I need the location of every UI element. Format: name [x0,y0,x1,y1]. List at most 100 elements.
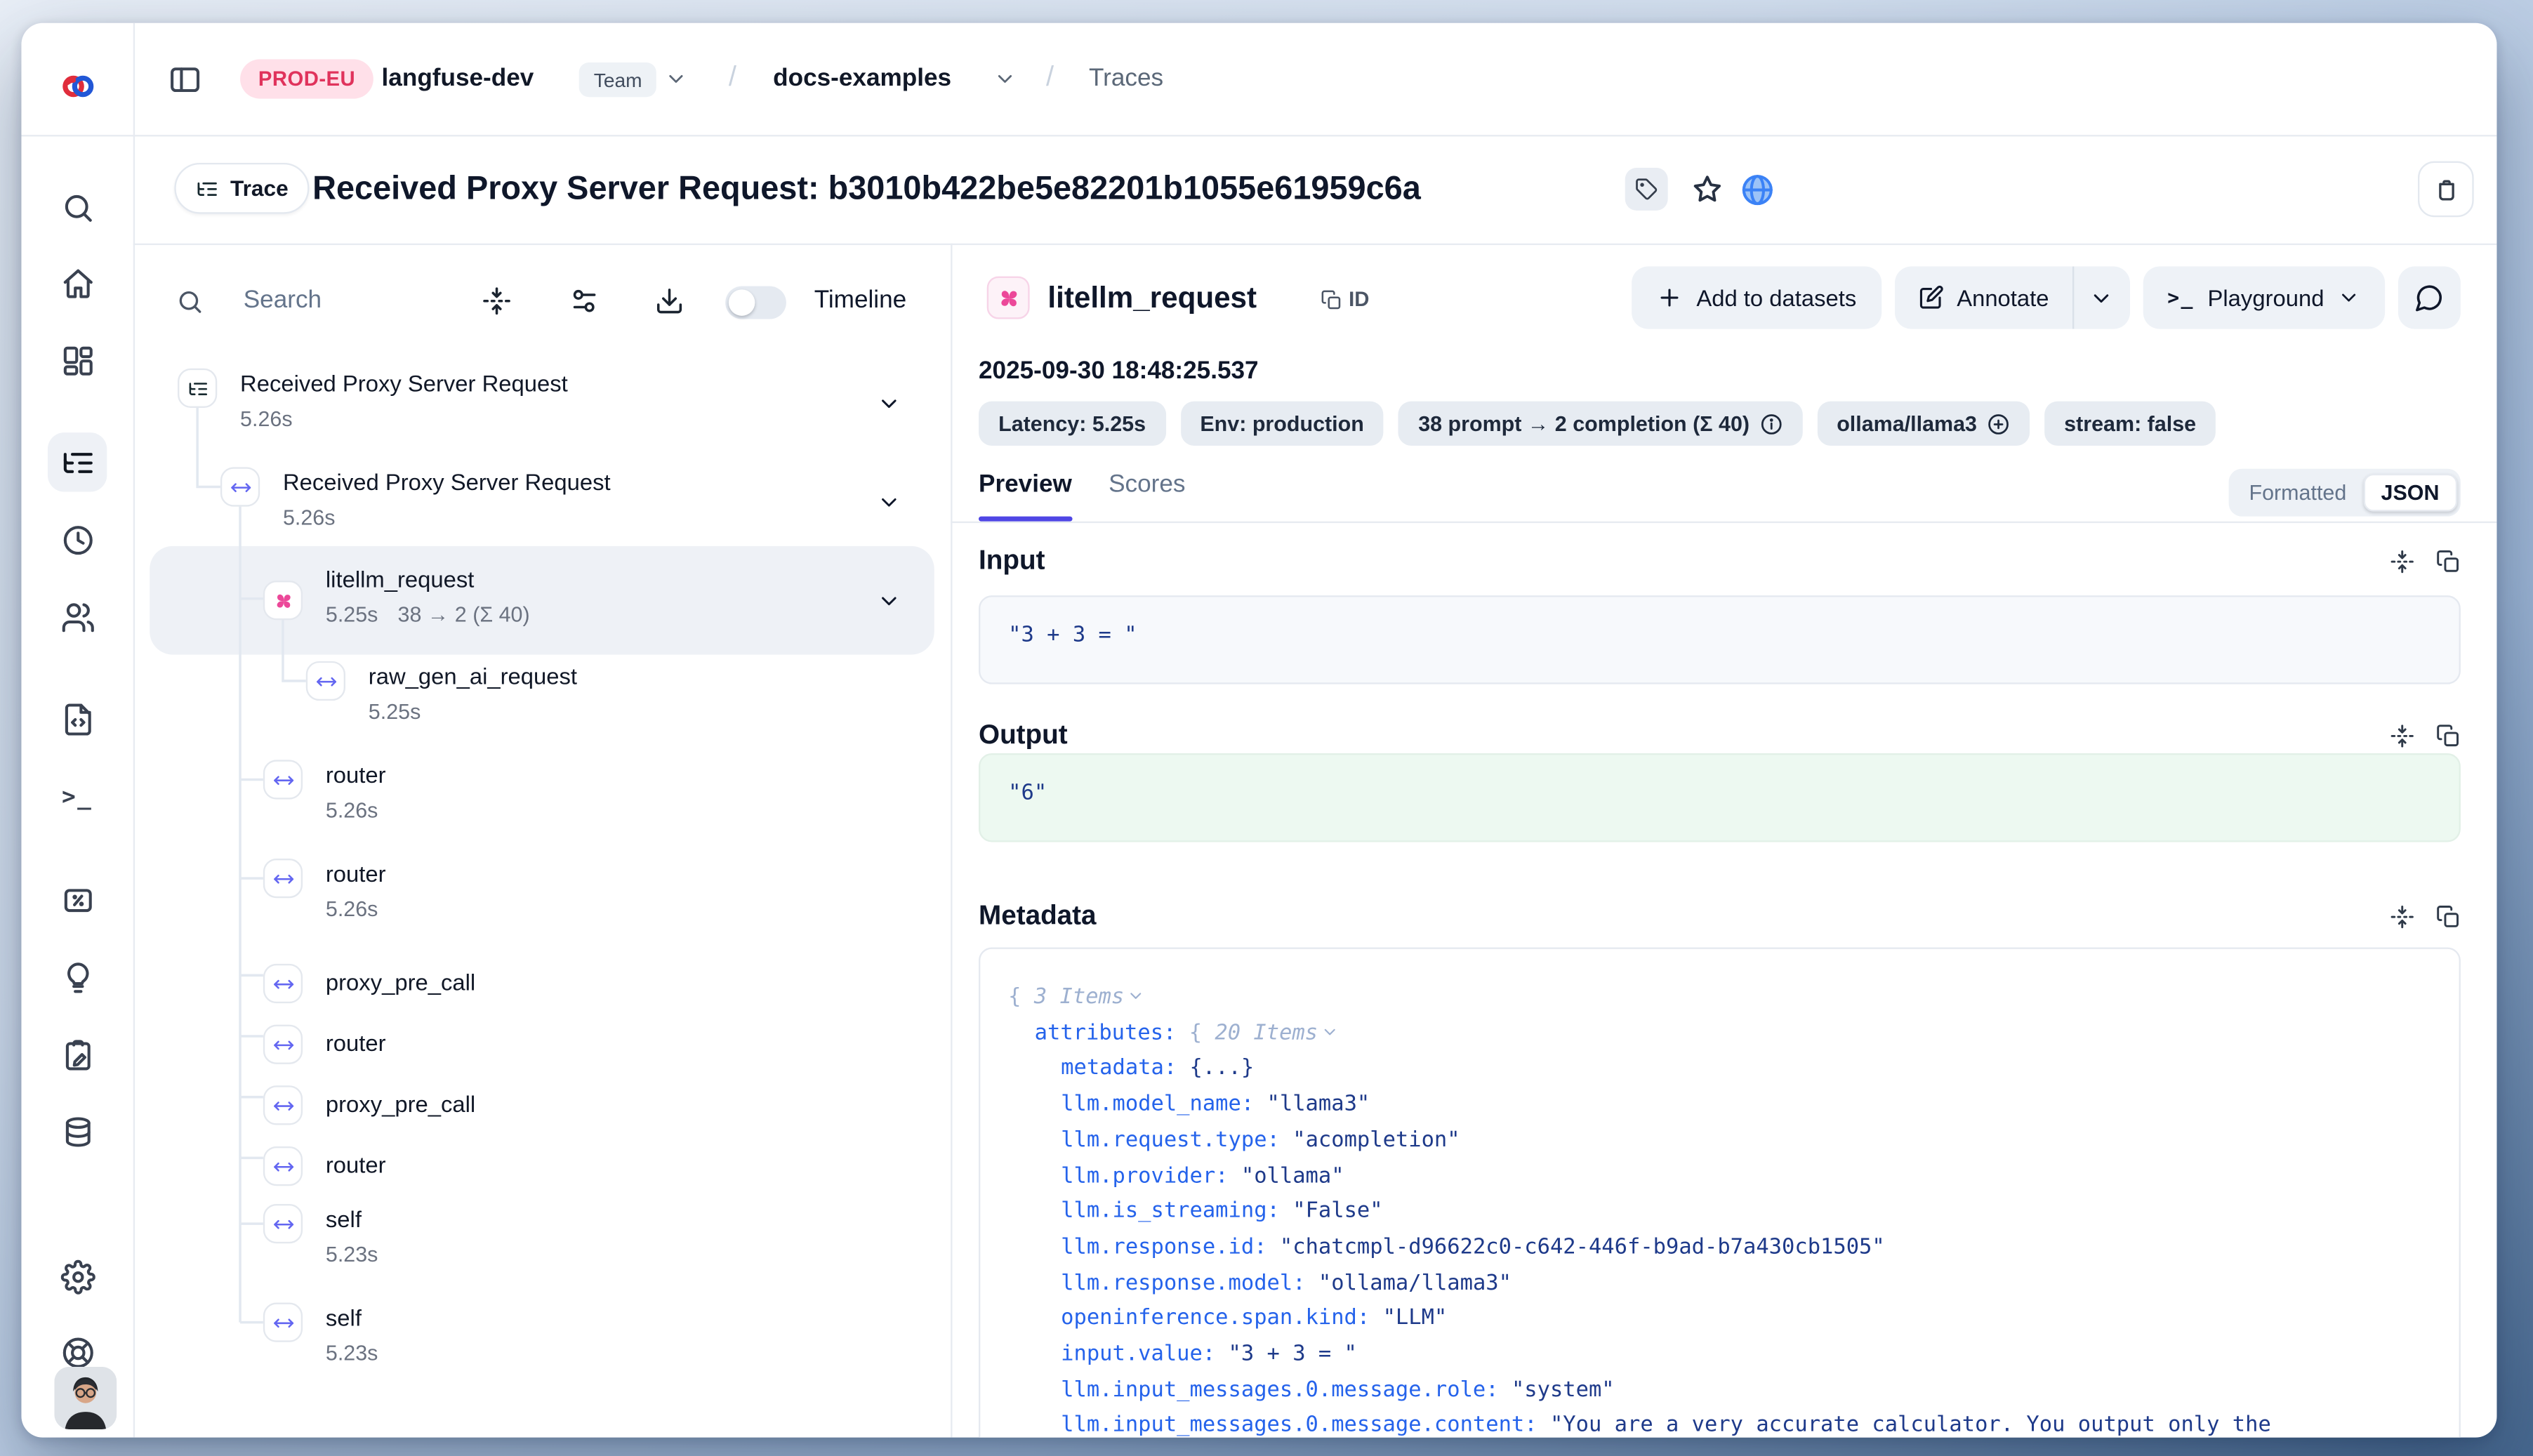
toggle-knob [729,289,755,315]
sidebar-item-dashboards[interactable] [48,331,107,390]
public-globe-icon[interactable] [1740,173,1775,207]
breadcrumb-project[interactable]: docs-examples [773,64,951,92]
search-icon [60,190,95,225]
move-horizontal-icon [263,1146,303,1186]
move-horizontal-glyph [315,670,336,691]
tree-node-litellm-request[interactable]: litellm_request5.25s38 → 2 (Σ 40) [133,546,951,655]
tree-node-proxy-pre-call[interactable]: proxy_pre_call [133,1076,951,1137]
collapse-section-icon[interactable] [2390,724,2414,748]
json-item-count[interactable]: 3 Items [1034,985,1124,1010]
breadcrumb-org[interactable]: langfuse-dev [382,64,534,92]
tree-node-label: proxy_pre_call [326,1090,475,1116]
bookmark-star-icon[interactable] [1691,173,1724,206]
sidebar-item-scores[interactable] [48,870,107,929]
file-code-icon [60,701,95,736]
tree-node-duration: 5.26s [326,798,378,822]
view-option-formatted[interactable]: Formatted [2233,475,2363,510]
tracebar-divider [133,244,2497,245]
sidebar-item-playground[interactable]: >_ [48,768,107,827]
breadcrumb-separator: / [1046,61,1054,94]
sidebar-item-settings[interactable] [48,1247,107,1306]
collapse-all-icon[interactable] [482,286,511,316]
metric-badge[interactable]: ollama/llama3 [1817,402,2030,446]
metadata-section-tools [2390,905,2461,929]
chevron-down-icon[interactable] [877,589,901,614]
sidebar-item-tracing[interactable] [48,432,107,491]
tree-node-self[interactable]: self5.23s [133,1200,951,1299]
json-line: openinference.span.kind: "LLM" [1008,1302,2431,1337]
collapse-section-icon[interactable] [2390,550,2414,574]
tree-node-label: router [326,762,386,788]
annotate-dropdown-button[interactable] [2074,267,2130,329]
environment-badge[interactable]: PROD-EU [240,59,373,98]
tree-node-received-proxy-server-request[interactable]: Received Proxy Server Request5.26s [133,365,951,464]
move-horizontal-icon [263,1085,303,1125]
tab-preview[interactable]: Preview [979,470,1072,498]
tree-node-tokens: 38 → 2 (Σ 40) [398,602,530,626]
tree-node-router[interactable]: router 5.26s [133,757,951,856]
sidebar-item-insights[interactable] [48,947,107,1006]
json-item-count[interactable]: 20 Items [1215,1021,1318,1045]
sidebar-item-home[interactable] [48,253,107,312]
breadcrumb-section[interactable]: Traces [1089,64,1163,92]
copy-icon[interactable] [2436,550,2461,574]
sidebar-item-prompts[interactable] [48,689,107,748]
tag-icon [1635,178,1658,201]
copy-icon[interactable] [2436,905,2461,929]
move-horizontal-icon [263,1204,303,1243]
tree-node-router[interactable]: router [133,1015,951,1076]
sidebar-item-sessions[interactable] [48,510,107,569]
avatar[interactable] [54,1367,117,1429]
pinwheel-icon [263,581,303,620]
chevron-down-icon[interactable] [877,490,901,515]
metric-badge[interactable]: Latency: 5.25s [979,402,1165,446]
tree-node-self[interactable]: self5.23s [133,1299,951,1398]
metric-badge[interactable]: stream: false [2044,402,2216,446]
pinwheel-glyph [272,590,293,611]
collapse-section-icon[interactable] [2390,905,2414,929]
copy-icon[interactable] [2436,724,2461,748]
tree-settings-icon[interactable] [569,286,599,316]
copy-id-button[interactable]: ID [1321,288,1369,311]
json-line: llm.model_name: "llama3" [1008,1087,2431,1123]
org-chevron-icon[interactable] [665,67,688,91]
add-to-datasets-button[interactable]: Add to datasets [1632,267,1881,329]
chevron-down-icon[interactable] [1321,1018,1340,1036]
list-tree-icon [196,177,219,200]
delete-trace-button[interactable] [2418,161,2474,218]
sidebar-toggle-icon[interactable] [168,62,202,97]
chevron-down-icon[interactable] [877,392,901,416]
tree-node-proxy-pre-call[interactable]: proxy_pre_call [133,954,951,1015]
search-input[interactable]: Search [244,286,322,315]
annotate-button[interactable]: Annotate [1894,267,2072,329]
settings-icon [60,1259,95,1293]
tree-node-label: self [326,1205,362,1231]
json-value: "system" [1512,1378,1615,1403]
json-line: llm.provider: "ollama" [1008,1159,2431,1195]
metric-badge[interactable]: Env: production [1180,402,1384,446]
langfuse-logo-icon[interactable] [59,67,97,105]
tree-node-label: proxy_pre_call [326,969,475,995]
tree-node-duration: 5.25s [369,699,421,724]
project-chevron-icon[interactable] [993,67,1017,91]
tag-button[interactable] [1625,168,1668,211]
comments-button[interactable] [2398,267,2461,329]
tree-node-router[interactable]: router5.26s [133,855,951,954]
tree-node-raw-gen-ai-request[interactable]: raw_gen_ai_request5.25s [133,658,951,757]
sidebar-item-search[interactable] [48,178,107,237]
sidebar-item-users[interactable] [48,587,107,646]
chevron-down-icon[interactable] [1127,982,1146,1000]
dashboard-icon [60,343,95,377]
tree-node-router[interactable]: router [133,1137,951,1200]
sidebar-item-annotation[interactable] [48,1025,107,1084]
download-icon[interactable] [654,286,684,316]
trace-type-chip[interactable]: Trace [174,163,310,214]
view-option-json[interactable]: JSON [2363,474,2457,512]
playground-button[interactable]: >_ Playground [2143,267,2385,329]
tree-node-label: self [326,1304,362,1330]
list-tree-icon [60,445,95,479]
sidebar-item-datasets[interactable] [48,1102,107,1161]
metric-badge[interactable]: 38 prompt → 2 completion (Σ 40) [1398,402,1802,446]
timeline-toggle[interactable] [725,286,786,319]
tab-scores[interactable]: Scores [1109,470,1185,498]
